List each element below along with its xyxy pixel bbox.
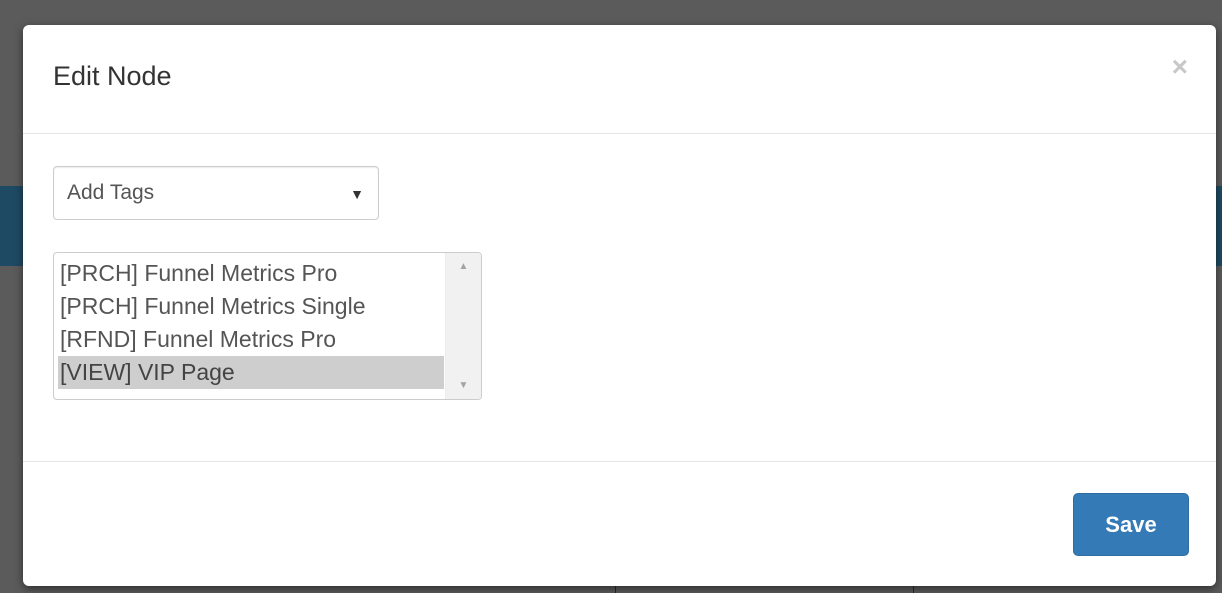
scroll-up-icon[interactable]: ▲ [446, 261, 481, 272]
list-item-selected[interactable]: [VIEW] VIP Page [58, 356, 444, 389]
listbox-scrollbar[interactable]: ▲ ▼ [445, 253, 481, 399]
add-tags-dropdown-value: Add Tags [67, 181, 155, 204]
save-button[interactable]: Save [1073, 493, 1189, 556]
modal-title: Edit Node [53, 61, 172, 91]
list-item[interactable]: [PRCH] Funnel Metrics Pro [58, 257, 444, 290]
close-icon[interactable]: × [1172, 53, 1188, 81]
tag-list-items: [PRCH] Funnel Metrics Pro [PRCH] Funnel … [58, 257, 444, 389]
modal-header: Edit Node × [23, 25, 1216, 134]
scroll-down-icon[interactable]: ▼ [446, 380, 481, 391]
modal-footer-divider [23, 461, 1216, 462]
list-item[interactable]: [RFND] Funnel Metrics Pro [58, 323, 444, 356]
edit-node-modal: Edit Node × Add Tags ▼ [PRCH] Funnel Met… [23, 25, 1216, 586]
dropdown-arrow-icon: ▼ [350, 186, 364, 202]
tag-listbox[interactable]: [PRCH] Funnel Metrics Pro [PRCH] Funnel … [53, 252, 482, 400]
list-item[interactable]: [PRCH] Funnel Metrics Single [58, 290, 444, 323]
add-tags-dropdown[interactable]: Add Tags ▼ [53, 166, 379, 220]
